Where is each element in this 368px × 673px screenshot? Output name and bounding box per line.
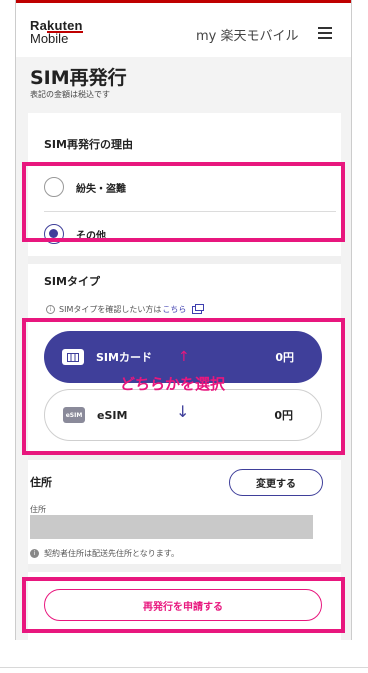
sim-type-info: i SIMタイプを確認したい方は こちら [46,303,205,315]
address-section-title: 住所 [30,476,52,489]
page-title: SIM再発行 [30,67,127,89]
info-icon: i [46,305,55,314]
section-separator [28,256,341,264]
annotation-highlight-reason [22,162,345,242]
annotation-highlight-sim-type [22,318,345,455]
my-rakuten-mobile-link[interactable]: my 楽天モバイル [196,25,299,44]
bottom-divider [0,667,368,668]
address-note: i 契約者住所は配送先住所となります。 [30,548,179,559]
app-header: Rakuten Mobile my 楽天モバイル [16,3,351,57]
sim-type-section-title: SIMタイプ [44,275,100,288]
reason-section-title: SIM再発行の理由 [44,138,133,151]
address-field [30,515,313,539]
hamburger-menu-icon[interactable] [318,27,332,39]
address-field-label: 住所 [30,505,46,514]
change-address-button[interactable]: 変更する [229,469,323,496]
external-link-icon[interactable] [192,303,205,314]
sim-type-check-link[interactable]: こちら [162,304,186,315]
rakuten-mobile-logo[interactable]: Rakuten Mobile [30,19,83,45]
info-icon: i [30,549,39,558]
annotation-highlight-submit [22,577,345,633]
tax-note: 表記の金額は税込です [30,90,110,99]
section-separator [28,564,341,572]
